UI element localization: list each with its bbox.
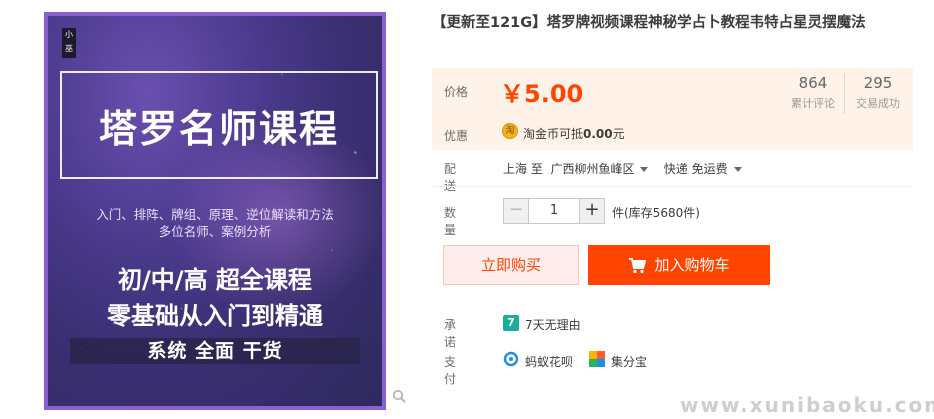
quantity-label: 数量 (444, 206, 457, 237)
image-headline2: 零基础从入门到精通 (107, 302, 323, 330)
reviews-stat[interactable]: 864 累计评论 (783, 74, 843, 111)
divider (432, 186, 913, 187)
shipping-value: 上海 至 广西柳州鱼峰区 快递 免运费 (503, 160, 742, 177)
payment-label: 支付 (444, 355, 457, 386)
image-headline1: 初/中/高 超全课程 (118, 266, 312, 294)
quantity-stepper[interactable]: − 1 + (503, 198, 605, 224)
increase-button[interactable]: + (579, 198, 605, 224)
seal-logo: 小巫 (62, 28, 76, 58)
sales-stat: 295 交易成功 (848, 74, 908, 111)
site-watermark: www.xunibaoku.com (680, 393, 934, 417)
seven-day-icon: 7 (503, 315, 519, 331)
reviews-label: 累计评论 (791, 97, 835, 110)
promo-text: 淘金币可抵0.00元 (523, 125, 625, 142)
add-to-cart-label: 加入购物车 (654, 256, 730, 274)
shipping-label: 配送 (444, 162, 457, 193)
ship-method: 快递 免运费 (663, 162, 728, 176)
ship-method-select[interactable]: 快递 免运费 (664, 162, 742, 176)
stock-text: 件(库存5680件) (612, 206, 700, 220)
caret-down-icon (640, 167, 649, 172)
image-main-title: 塔罗名师课程 (98, 106, 339, 151)
cart-icon (629, 257, 647, 273)
caret-down-icon (733, 167, 742, 172)
promo-text-suffix: 元 (612, 127, 625, 141)
add-to-cart-button[interactable]: 加入购物车 (588, 245, 770, 285)
jifenbao-icon (589, 351, 605, 367)
ship-destination: 广西柳州鱼峰区 (550, 162, 635, 176)
decrease-button[interactable]: − (503, 198, 529, 224)
product-main-image[interactable]: 小巫 塔罗名师课程 入门、排阵、牌组、原理、逆位解读和方法 多位名师、案例分析 … (44, 12, 386, 410)
product-title: 【更新至121G】塔罗牌视频课程神秘学占卜教程韦特占星灵摆魔法 (432, 15, 866, 31)
image-title-box: 塔罗名师课程 (60, 71, 378, 179)
image-subtitle-line2: 多位名师、案例分析 (158, 224, 272, 239)
image-subtitle-line1: 入门、排阵、牌组、原理、逆位解读和方法 (96, 207, 334, 222)
image-subtitle: 入门、排阵、牌组、原理、逆位解读和方法 多位名师、案例分析 (48, 206, 382, 240)
buy-now-button[interactable]: 立即购买 (443, 245, 579, 285)
sales-label: 交易成功 (856, 97, 900, 110)
ship-from: 上海 至 (503, 162, 543, 176)
price-label: 价格 (444, 85, 469, 99)
reviews-count: 864 (798, 74, 828, 92)
sales-count: 295 (863, 74, 893, 92)
promise-label: 承诺 (444, 318, 457, 349)
promise-text[interactable]: 7天无理由 (525, 316, 581, 333)
product-page: 小巫 塔罗名师课程 入门、排阵、牌组、原理、逆位解读和方法 多位名师、案例分析 … (0, 0, 934, 419)
zoom-icon[interactable] (392, 389, 406, 403)
stat-divider (844, 74, 845, 114)
payment-method-jifenbao[interactable]: 集分宝 (611, 353, 647, 370)
promo-amount: 0.00 (583, 127, 613, 141)
payment-method-huabei[interactable]: 蚂蚁花呗 (525, 353, 573, 370)
promo-label: 优惠 (444, 129, 469, 143)
price-panel: 价格 ￥5.00 864 累计评论 295 交易成功 优惠 淘 淘金币可抵0.0… (432, 68, 913, 150)
price-value: ￥5.00 (500, 80, 584, 108)
ship-destination-select[interactable]: 广西柳州鱼峰区 (550, 162, 649, 176)
promo-text-prefix: 淘金币可抵 (523, 127, 584, 141)
quantity-input[interactable]: 1 (529, 198, 579, 224)
image-tagline: 系统 全面 干货 (70, 338, 360, 364)
coin-icon: 淘 (502, 123, 518, 139)
huabei-icon (503, 351, 519, 367)
